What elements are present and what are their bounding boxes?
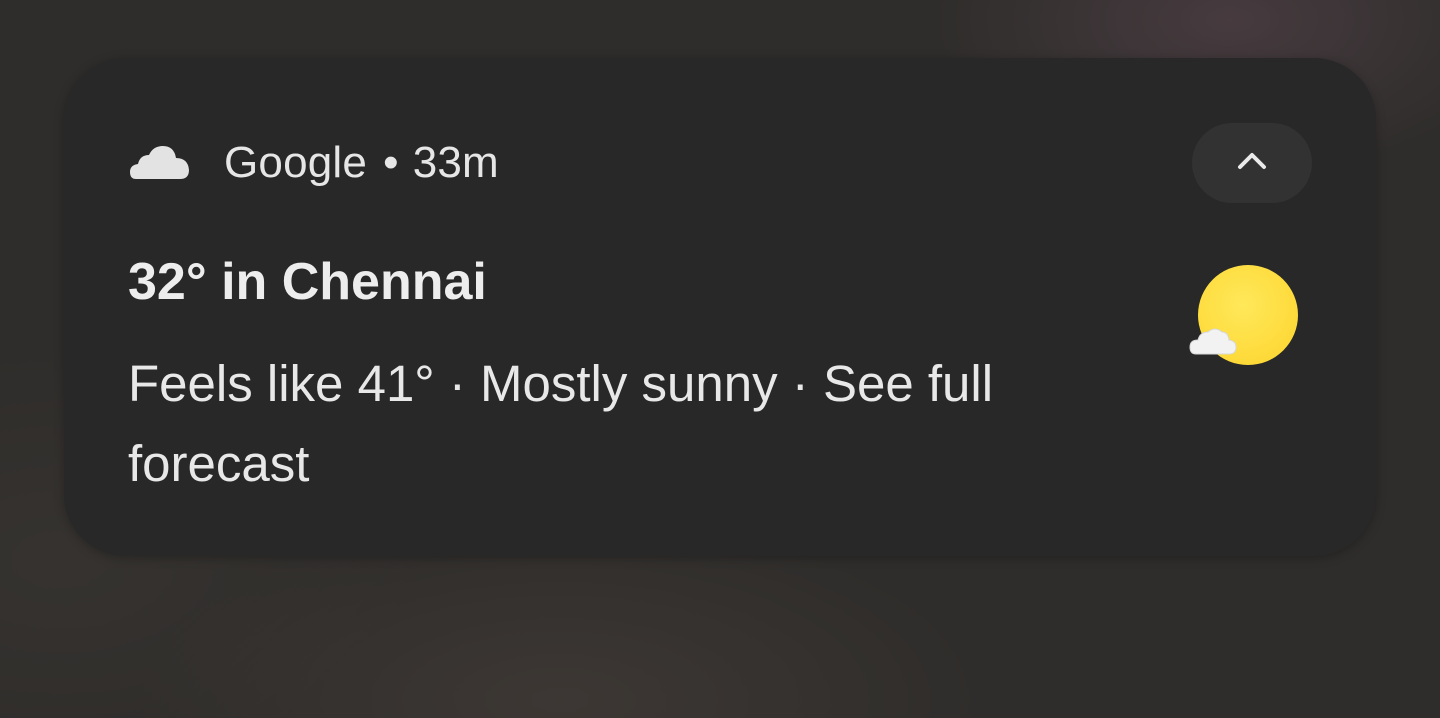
header-separator: •	[383, 138, 399, 187]
chevron-up-icon	[1236, 151, 1268, 176]
cloud-icon	[130, 143, 190, 183]
mostly-sunny-icon	[1188, 262, 1298, 368]
notification-source: Google • 33m	[224, 138, 499, 188]
app-name: Google	[224, 138, 368, 187]
weather-notification-card[interactable]: Google • 33m 32° in Chennai Feels like 41°…	[64, 58, 1376, 556]
notification-title: 32° in Chennai	[128, 253, 487, 311]
notification-time: 33m	[412, 138, 499, 187]
notification-body: Feels like 41° · Mostly sunny · See full…	[128, 355, 994, 492]
notification-header: Google • 33m	[130, 138, 499, 188]
collapse-button[interactable]	[1192, 123, 1312, 203]
